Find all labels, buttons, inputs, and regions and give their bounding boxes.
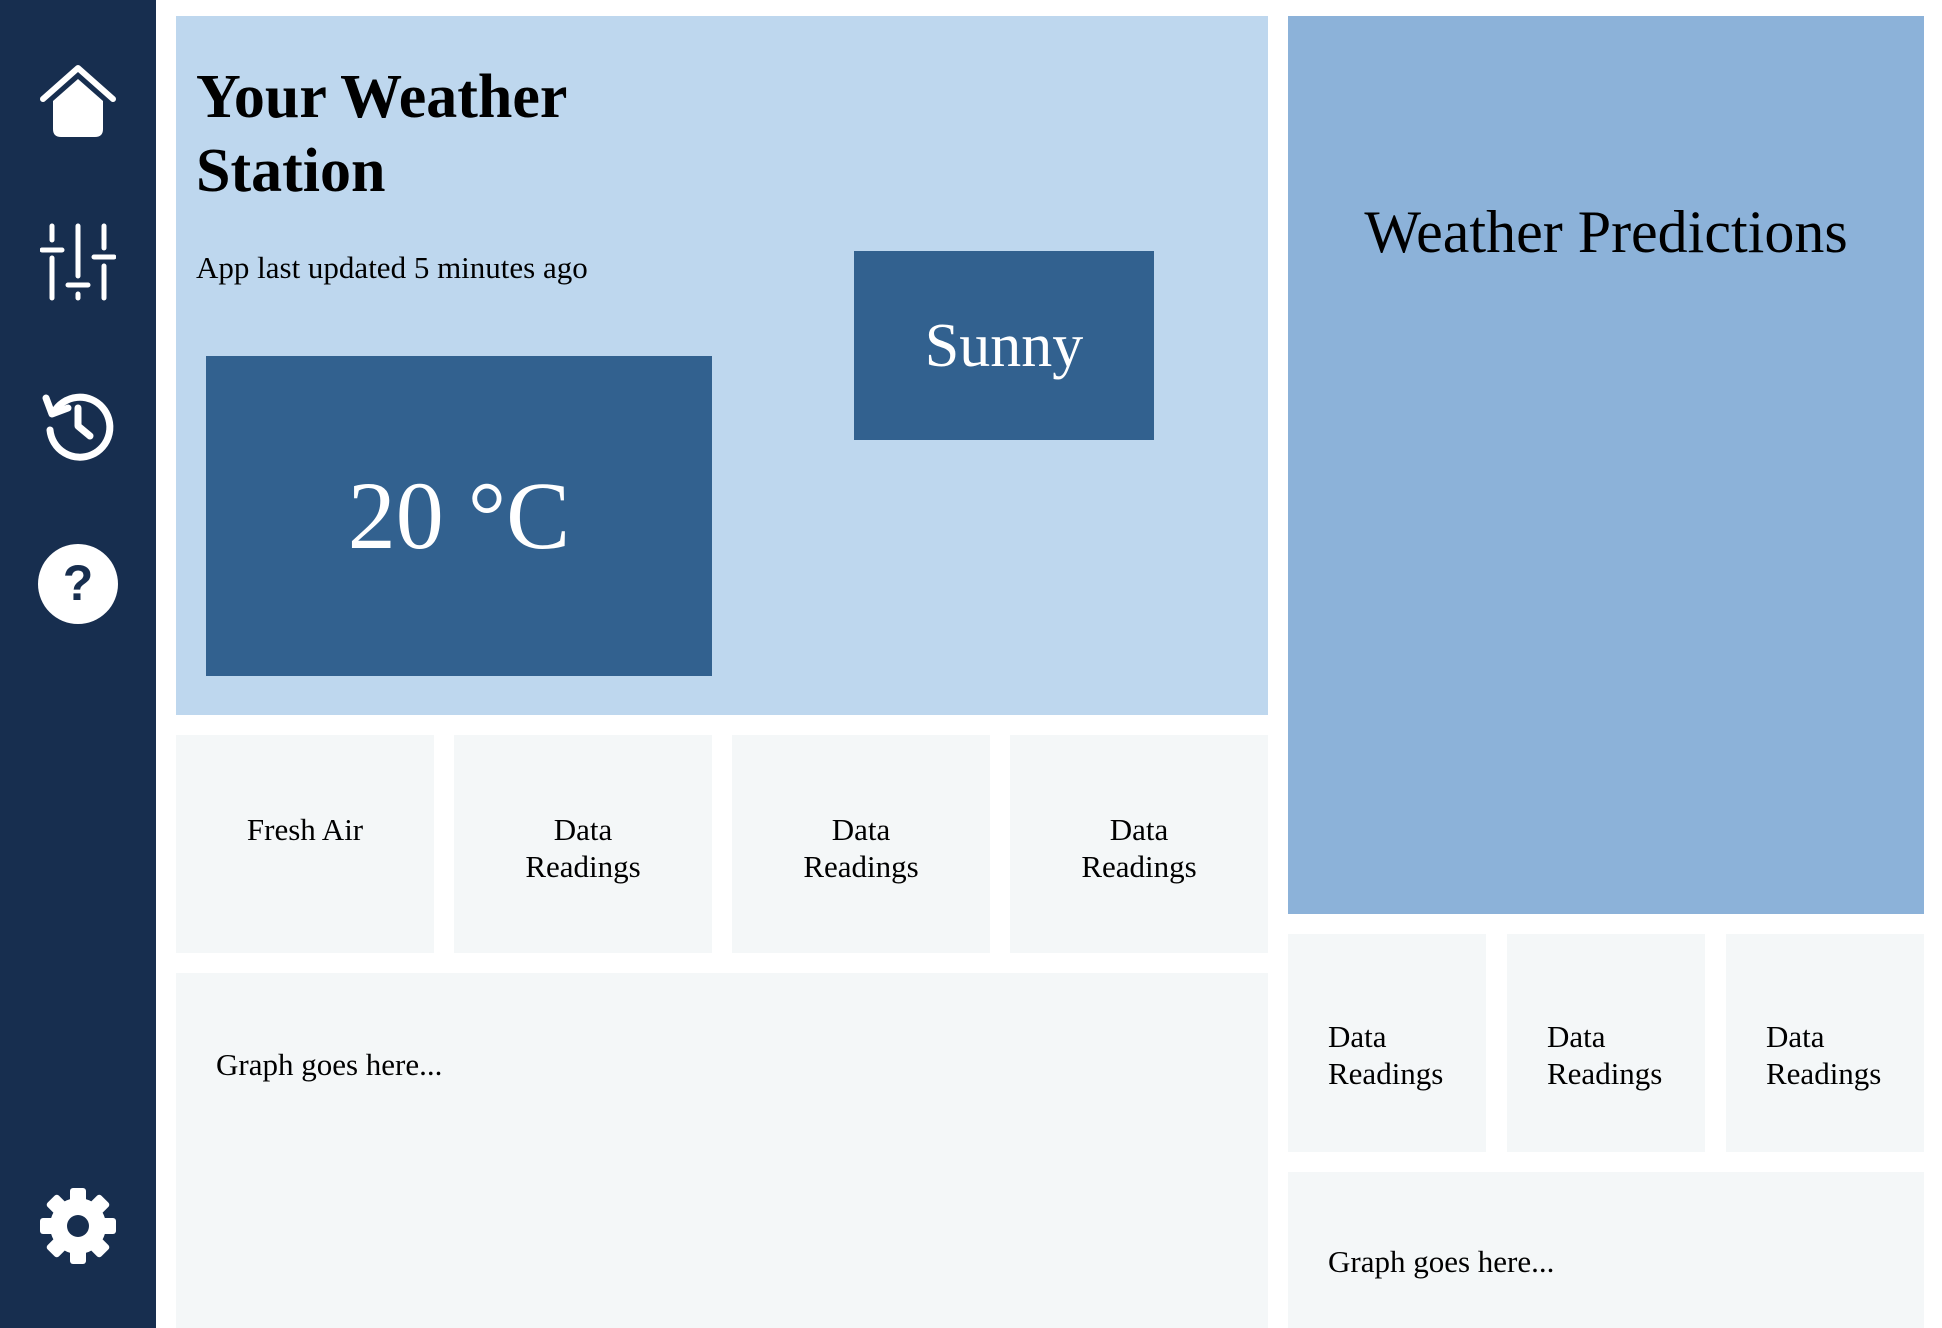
tile-label: Data Readings [1766,1019,1882,1091]
data-tile[interactable]: Data Readings [1726,934,1924,1152]
settings-button[interactable] [28,1176,128,1276]
tile-label: Data Readings [1328,1019,1444,1091]
tile-label: Data Readings [1081,812,1197,884]
sidebar-item-controls[interactable] [28,212,128,312]
data-tile[interactable]: Data Readings [1288,934,1486,1152]
sidebar-item-home[interactable] [28,52,128,152]
last-updated-text: App last updated 5 minutes ago [196,250,588,285]
gear-icon [40,1188,116,1264]
graph-placeholder: Graph goes here... [1328,1244,1555,1279]
sliders-icon [40,223,116,301]
data-tile[interactable]: Data Readings [732,735,990,953]
page-title: Your Weather Station [196,63,567,205]
sidebar: ? [0,0,156,1328]
data-tile[interactable]: Fresh Air [176,735,434,953]
history-icon [42,393,114,461]
weather-station-panel: Your Weather Station App last updated 5 … [176,16,1268,715]
data-tile[interactable]: Data Readings [1010,735,1268,953]
help-icon: ? [38,544,118,624]
sidebar-item-help[interactable]: ? [28,534,128,634]
data-tile[interactable]: Data Readings [1507,934,1705,1152]
graph-area-side: Graph goes here... [1288,1172,1924,1328]
tile-label: Data Readings [803,812,919,884]
data-tile[interactable]: Data Readings [454,735,712,953]
home-icon [40,65,116,137]
predictions-title: Weather Predictions [1364,199,1848,265]
sidebar-item-history[interactable] [28,374,128,474]
weather-condition-display: Sunny [854,251,1154,440]
graph-area: Graph goes here... [176,973,1268,1328]
tile-label: Fresh Air [246,812,364,847]
weather-predictions-panel: Weather Predictions [1288,16,1924,914]
temperature-display: 20 °C [206,356,712,676]
tile-label: Data Readings [1547,1019,1663,1091]
graph-placeholder: Graph goes here... [216,1047,443,1082]
tile-label: Data Readings [525,812,641,884]
svg-text:?: ? [63,555,94,611]
